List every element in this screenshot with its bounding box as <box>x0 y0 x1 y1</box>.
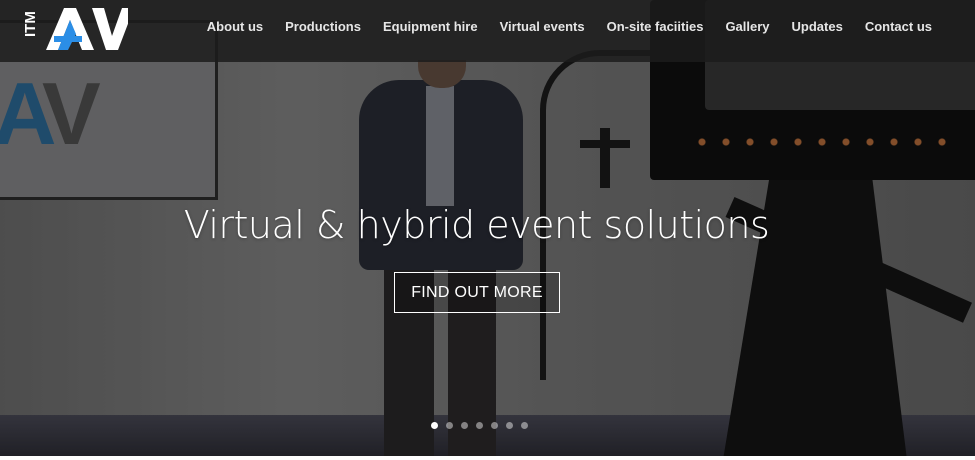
nav-about-us[interactable]: About us <box>196 17 274 36</box>
slide-dot-3[interactable] <box>461 422 468 429</box>
nav-productions[interactable]: Productions <box>274 17 372 36</box>
site-header: ITM About us Productions Equipment hire … <box>0 0 975 62</box>
site-logo[interactable]: ITM <box>22 6 128 50</box>
nav-on-site-facilities[interactable]: On-site faciities <box>596 17 715 36</box>
nav-virtual-events[interactable]: Virtual events <box>489 17 596 36</box>
slide-dot-7[interactable] <box>521 422 528 429</box>
logo-av-mark-icon <box>46 8 128 50</box>
hero-headline: Virtual & hybrid event solutions <box>183 203 770 247</box>
find-out-more-button[interactable]: FIND OUT MORE <box>394 272 560 313</box>
slide-dot-4[interactable] <box>476 422 483 429</box>
slide-dot-5[interactable] <box>491 422 498 429</box>
slide-dot-1[interactable] <box>431 422 438 429</box>
main-nav: About us Productions Equipment hire Virt… <box>196 17 932 36</box>
nav-updates[interactable]: Updates <box>781 17 854 36</box>
bottom-divider <box>0 456 975 460</box>
nav-gallery[interactable]: Gallery <box>714 17 780 36</box>
nav-contact-us[interactable]: Contact us <box>854 17 932 36</box>
nav-equipment-hire[interactable]: Equipment hire <box>372 17 489 36</box>
slider-pagination <box>431 422 528 429</box>
hero-slider: AV ITM About us Productions Equipment hi… <box>0 0 975 460</box>
logo-prefix-text: ITM <box>22 11 39 37</box>
slide-dot-6[interactable] <box>506 422 513 429</box>
slide-dot-2[interactable] <box>446 422 453 429</box>
